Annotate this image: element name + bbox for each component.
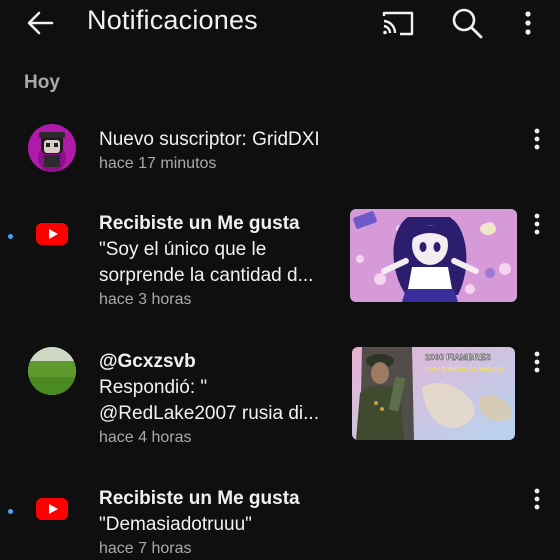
notification-menu-button[interactable] xyxy=(527,126,547,152)
notification-title: Nuevo suscriptor: GridDXI xyxy=(99,129,320,150)
notification-comment-line: "Demasiadotruuu" xyxy=(99,514,252,535)
notification-text: @Gcxzsvb Respondió: " @RedLake2007 rusia… xyxy=(99,349,339,449)
notification-comment-line: @RedLake2007 rusia di... xyxy=(99,403,319,424)
notification-text: Nuevo suscriptor: GridDXI hace 17 minuto… xyxy=(99,127,359,175)
arrow-left-icon xyxy=(27,11,54,35)
more-vertical-icon xyxy=(534,351,540,373)
avatar[interactable] xyxy=(28,347,76,395)
notification-title: Recibiste un Me gusta xyxy=(99,213,300,234)
video-thumbnail[interactable]: 2000 FIAMBRES POR UN BALDE DE MADERA xyxy=(352,347,515,440)
top-app-bar: Notificaciones xyxy=(0,0,560,46)
section-label-today: Hoy xyxy=(24,72,60,93)
notification-comment-line: sorprende la cantidad d... xyxy=(99,265,314,286)
more-vertical-icon xyxy=(534,488,540,510)
avatar[interactable] xyxy=(28,124,76,172)
notification-menu-button[interactable] xyxy=(527,486,547,512)
search-icon xyxy=(452,8,483,39)
grass-avatar xyxy=(28,347,76,395)
notification-time: hace 3 horas xyxy=(99,291,192,308)
thumbnail-subtitle-text: POR UN BALDE DE MADERA xyxy=(425,367,503,373)
search-button[interactable] xyxy=(450,6,484,40)
more-options-button[interactable] xyxy=(516,8,540,38)
thumbnail-title-text: 2000 FIAMBRES xyxy=(425,352,491,362)
notification-time: hace 4 horas xyxy=(99,429,192,446)
notification-menu-button[interactable] xyxy=(527,211,547,237)
notification-time: hace 7 horas xyxy=(99,540,192,557)
notification-text: Recibiste un Me gusta "Soy el único que … xyxy=(99,211,339,311)
user-avatar xyxy=(28,124,76,172)
video-thumbnail[interactable] xyxy=(350,209,517,302)
notification-text: Recibiste un Me gusta "Demasiadotruuu" h… xyxy=(99,486,339,560)
cast-icon xyxy=(382,11,414,36)
unread-indicator xyxy=(8,234,13,239)
notification-comment-line: Respondió: " xyxy=(99,377,208,398)
notification-title: Recibiste un Me gusta xyxy=(99,488,300,509)
notification-title: @Gcxzsvb xyxy=(99,351,196,372)
notification-time: hace 17 minutos xyxy=(99,155,217,172)
youtube-logo-icon xyxy=(36,498,68,520)
cast-button[interactable] xyxy=(380,8,416,38)
notification-item[interactable]: @Gcxzsvb Respondió: " @RedLake2007 rusia… xyxy=(0,343,560,451)
notification-comment-line: "Soy el único que le xyxy=(99,239,267,260)
unread-indicator xyxy=(8,509,13,514)
notification-item[interactable]: Nuevo suscriptor: GridDXI hace 17 minuto… xyxy=(0,118,560,180)
anime-girl-flowers-thumbnail xyxy=(350,209,517,302)
more-vertical-icon xyxy=(534,128,540,150)
youtube-logo-icon xyxy=(36,223,68,245)
notification-item[interactable]: Recibiste un Me gusta "Soy el único que … xyxy=(0,205,560,313)
back-button[interactable] xyxy=(24,8,56,38)
more-vertical-icon xyxy=(525,11,531,35)
page-title: Notificaciones xyxy=(87,5,258,35)
2000-fiambres-map-thumbnail: 2000 FIAMBRES POR UN BALDE DE MADERA xyxy=(352,347,515,440)
notification-menu-button[interactable] xyxy=(527,349,547,375)
more-vertical-icon xyxy=(534,213,540,235)
notification-item[interactable]: Recibiste un Me gusta "Demasiadotruuu" h… xyxy=(0,484,560,560)
